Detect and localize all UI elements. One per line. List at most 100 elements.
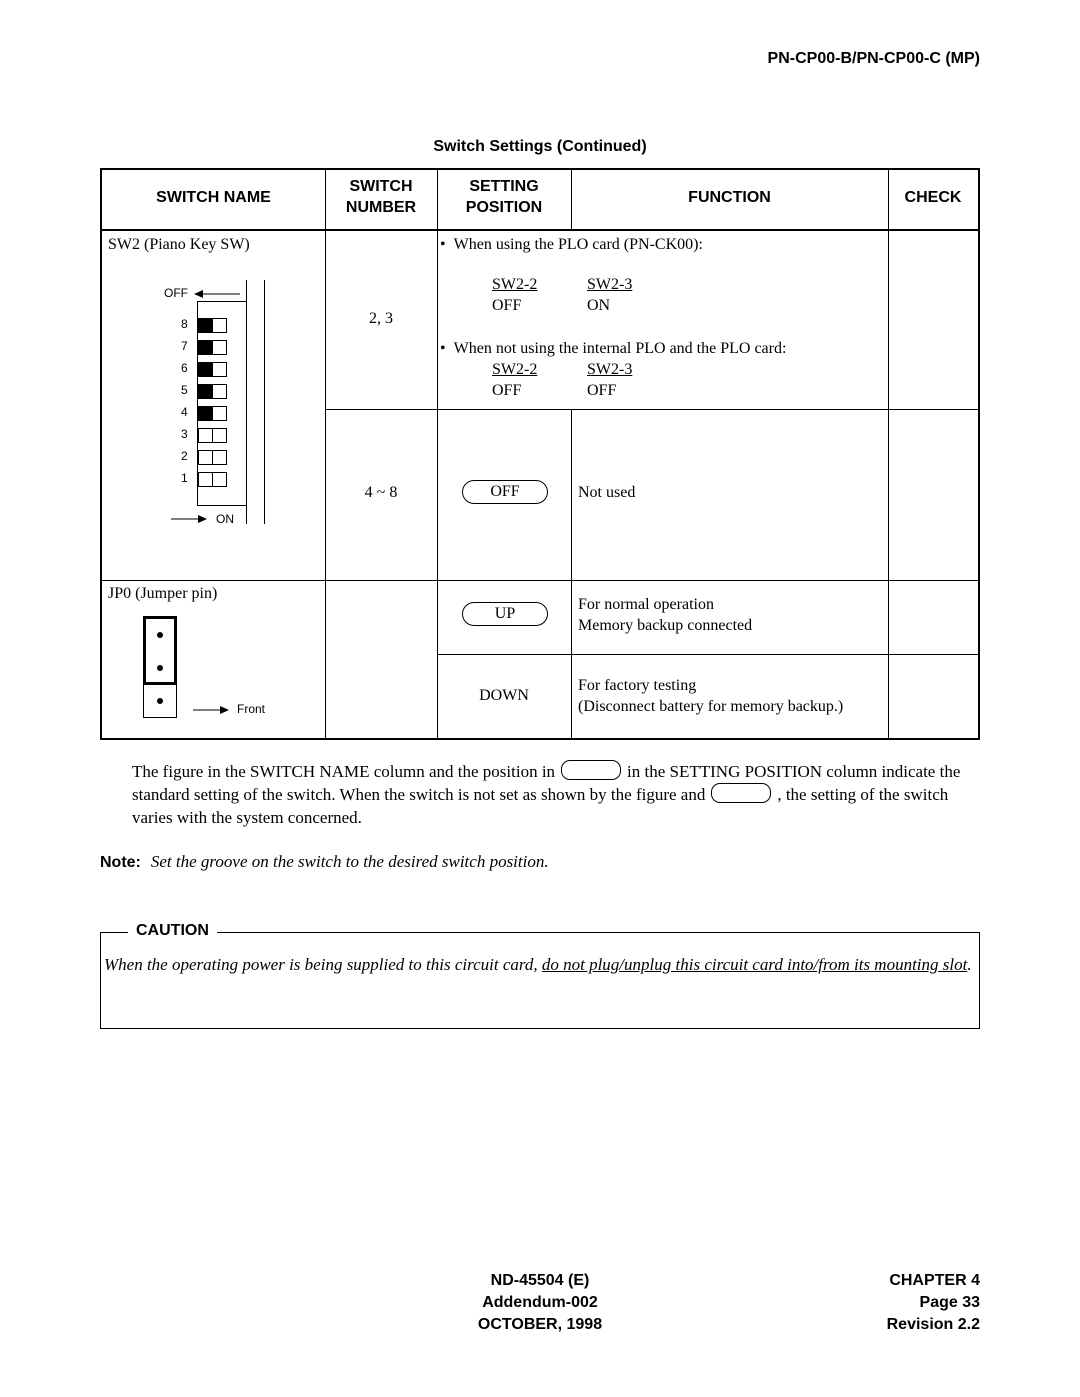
explanation-part1: The figure in the SWITCH NAME column and… (132, 762, 556, 781)
switch-settings-table: SWITCH NAME SWITCH NUMBER SETTING POSITI… (100, 168, 980, 740)
footer-right: CHAPTER 4 Page 33 Revision 2.2 (887, 1270, 980, 1336)
key-number-label: 8 (181, 317, 188, 331)
jumper-cap (143, 616, 177, 685)
case2-col2-val: OFF (587, 382, 617, 399)
table-caption: Switch Settings (Continued) (433, 138, 647, 155)
piano-key-4 (198, 406, 227, 421)
housing-line (264, 280, 265, 524)
function-memory-backup: Memory backup connected (578, 617, 753, 634)
setting-position-up-standard: UP (462, 602, 548, 626)
column-header-check: CHECK (904, 189, 962, 206)
caution-box (100, 932, 980, 1029)
column-header-switch-number-line1: SWITCH (349, 178, 413, 195)
key-left-half (199, 341, 213, 354)
switch-number-4-8: 4 ~ 8 (364, 484, 398, 501)
column-header-switch-number-line2: NUMBER (345, 199, 417, 216)
caution-text: When the operating power is being suppli… (104, 953, 980, 976)
footer-chapter: CHAPTER 4 (889, 1272, 980, 1289)
piano-key-1 (198, 472, 227, 487)
key-right-half (213, 473, 227, 486)
footer-date: OCTOBER, 1998 (477, 1316, 603, 1333)
case2-col1-head: SW2-2 (492, 361, 538, 378)
function-disconnect-battery: (Disconnect battery for memory backup.) (578, 698, 844, 715)
function-not-used: Not used (578, 484, 636, 501)
key-right-half (213, 319, 227, 332)
caution-text-end: . (967, 955, 972, 974)
case1-col2-val: ON (587, 297, 611, 314)
column-header-setting-position-line2: POSITION (465, 199, 543, 216)
column-header-switch-number: SWITCH NUMBER (325, 176, 437, 218)
key-left-half (199, 385, 213, 398)
housing-line (246, 280, 247, 524)
footer-addendum: Addendum-002 (482, 1294, 598, 1311)
key-right-half (213, 451, 227, 464)
piano-key-7 (198, 340, 227, 355)
explanation-paragraph: The figure in the SWITCH NAME column and… (132, 760, 980, 829)
setting-position-down: DOWN (479, 687, 529, 704)
switch-number-2-3: 2, 3 (369, 310, 393, 327)
switch-name-sw2: SW2 (Piano Key SW) (108, 236, 250, 253)
key-number-label: 3 (181, 427, 188, 441)
function-bullet-2-text: When not using the internal PLO and the … (453, 340, 787, 357)
caution-text-underlined: do not plug/unplug this circuit card int… (541, 955, 968, 974)
document-header-title: PN-CP00-B/PN-CP00-C (MP) (767, 50, 980, 67)
on-arrow-icon (171, 515, 207, 523)
function-normal-operation: For normal operation (578, 596, 714, 613)
key-number-label: 1 (181, 471, 188, 485)
footer-doc-number: ND-45504 (E) (490, 1272, 590, 1289)
key-number-label: 7 (181, 339, 188, 353)
jumper-pin-figure: Front (143, 616, 293, 720)
column-divider (437, 170, 438, 738)
key-right-half (213, 429, 227, 442)
function-bullet-1: • When using the PLO card (PN-CK00): (440, 236, 703, 253)
piano-key-8 (198, 318, 227, 333)
row-divider (102, 580, 978, 581)
column-divider (888, 170, 889, 738)
key-left-half (199, 429, 213, 442)
footer-revision: Revision 2.2 (886, 1316, 980, 1333)
column-header-setting-position-line1: SETTING (469, 178, 539, 195)
column-header-switch-name: SWITCH NAME (156, 189, 271, 206)
column-header-function: FUNCTION (688, 189, 771, 206)
off-arrow-icon (194, 290, 240, 298)
key-left-half (199, 363, 213, 376)
note-text: Set the groove on the switch to the desi… (150, 852, 549, 871)
caution-text-plain: When the operating power is being suppli… (104, 955, 542, 974)
front-arrow-icon (193, 706, 229, 714)
row-divider (437, 654, 978, 655)
note-label: Note: (100, 854, 141, 871)
setting-position-off-standard: OFF (462, 480, 548, 504)
key-right-half (213, 341, 227, 354)
key-number-label: 6 (181, 361, 188, 375)
case2-col1-val: OFF (492, 382, 522, 399)
pin-dot-icon (157, 698, 163, 704)
header-divider (102, 229, 978, 231)
piano-key-6 (198, 362, 227, 377)
on-label: ON (216, 512, 234, 526)
case1-col2-head: SW2-3 (587, 276, 633, 293)
key-right-half (213, 363, 227, 376)
caution-label: CAUTION (128, 922, 217, 940)
note: Note: Set the groove on the switch to the… (100, 852, 549, 872)
column-divider (571, 409, 572, 738)
key-number-label: 4 (181, 405, 188, 419)
off-label: OFF (164, 286, 188, 300)
case2-col2-head: SW2-3 (587, 361, 633, 378)
key-number-label: 5 (181, 383, 188, 397)
function-factory-testing: For factory testing (578, 677, 697, 694)
key-left-half (199, 473, 213, 486)
row-divider (325, 409, 978, 410)
column-divider (325, 170, 326, 738)
standard-setting-pill-icon (711, 783, 772, 803)
function-bullet-2: • When not using the internal PLO and th… (440, 340, 787, 357)
function-bullet-1-text: When using the PLO card (PN-CK00): (453, 236, 703, 253)
front-label: Front (237, 702, 266, 716)
standard-setting-pill-icon (561, 760, 622, 780)
key-right-half (213, 407, 227, 420)
footer-page: Page 33 (919, 1294, 980, 1311)
column-header-setting-position: SETTING POSITION (437, 176, 571, 218)
piano-key-5 (198, 384, 227, 399)
piano-key-switch-figure: OFF 8 7 6 5 4 3 2 1 ON (142, 280, 282, 540)
key-number-label: 2 (181, 449, 188, 463)
piano-key-2 (198, 450, 227, 465)
